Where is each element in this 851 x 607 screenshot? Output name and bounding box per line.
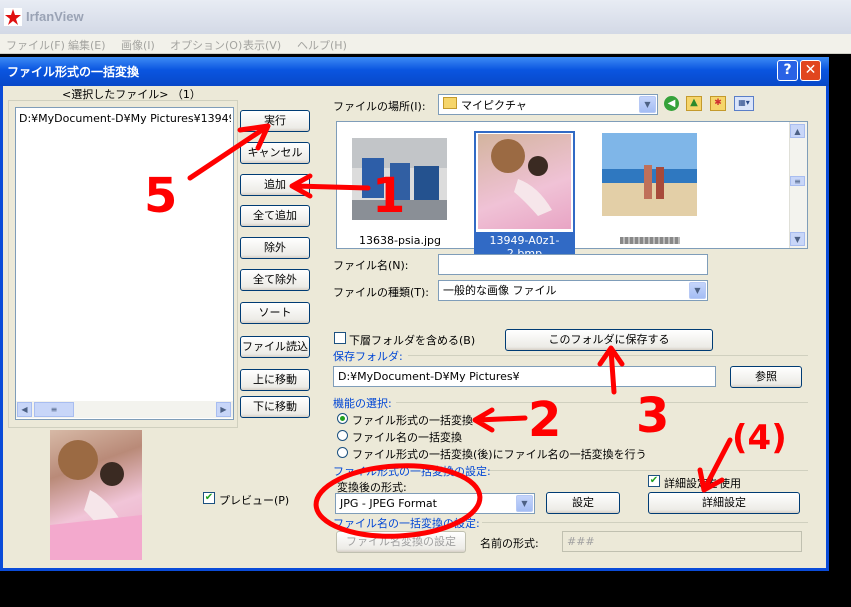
annotation-4: (4) — [732, 418, 787, 458]
arrow-4 — [697, 437, 733, 493]
arrow-1 — [289, 173, 371, 199]
annotation-1: 1 — [372, 168, 406, 224]
format-circle — [313, 463, 483, 539]
annotation-2: 2 — [528, 392, 562, 448]
arrow-2 — [472, 407, 528, 433]
arrow-5 — [187, 123, 271, 181]
annotation-5: 5 — [144, 168, 178, 224]
annotation-3: 3 — [636, 388, 670, 444]
arrow-3 — [597, 345, 625, 395]
red-annotations-layer — [187, 123, 733, 539]
